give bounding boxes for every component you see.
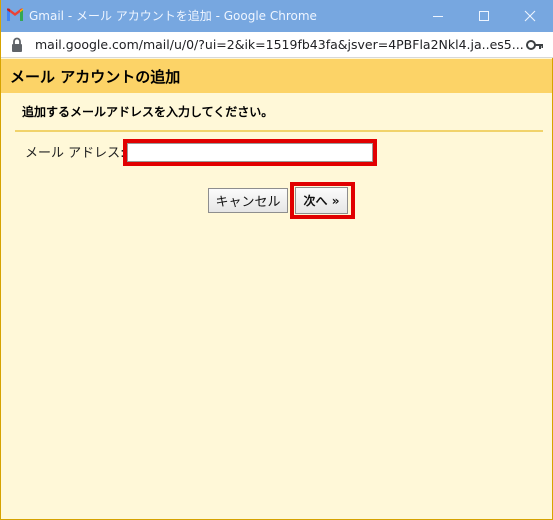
gmail-icon (7, 8, 23, 21)
close-button[interactable] (507, 0, 553, 32)
next-button[interactable]: 次へ » (295, 187, 348, 214)
lock-icon[interactable] (10, 37, 24, 53)
maximize-icon (479, 11, 489, 21)
maximize-button[interactable] (461, 0, 507, 32)
cancel-button[interactable]: キャンセル (208, 188, 288, 213)
minimize-icon (433, 16, 443, 17)
divider (15, 130, 543, 132)
email-address-input[interactable] (127, 143, 373, 162)
key-icon[interactable] (526, 38, 544, 52)
chrome-popup-window: Gmail - メール アカウントを追加 - Google Chrome mai… (0, 0, 553, 520)
instruction-text: 追加するメールアドレスを入力してください。 (22, 105, 274, 119)
close-icon (524, 10, 536, 22)
dialog-title: メール アカウントの追加 (10, 68, 181, 86)
dialog-header: メール アカウントの追加 (1, 59, 552, 93)
email-address-label: メール アドレス: (25, 146, 125, 161)
window-titlebar[interactable]: Gmail - メール アカウントを追加 - Google Chrome (1, 0, 553, 32)
minimize-button[interactable] (415, 0, 461, 32)
address-bar[interactable]: mail.google.com/mail/u/0/?ui=2&ik=1519fb… (1, 32, 553, 58)
url-text[interactable]: mail.google.com/mail/u/0/?ui=2&ik=1519fb… (35, 37, 524, 53)
window-title: Gmail - メール アカウントを追加 - Google Chrome (29, 9, 317, 23)
